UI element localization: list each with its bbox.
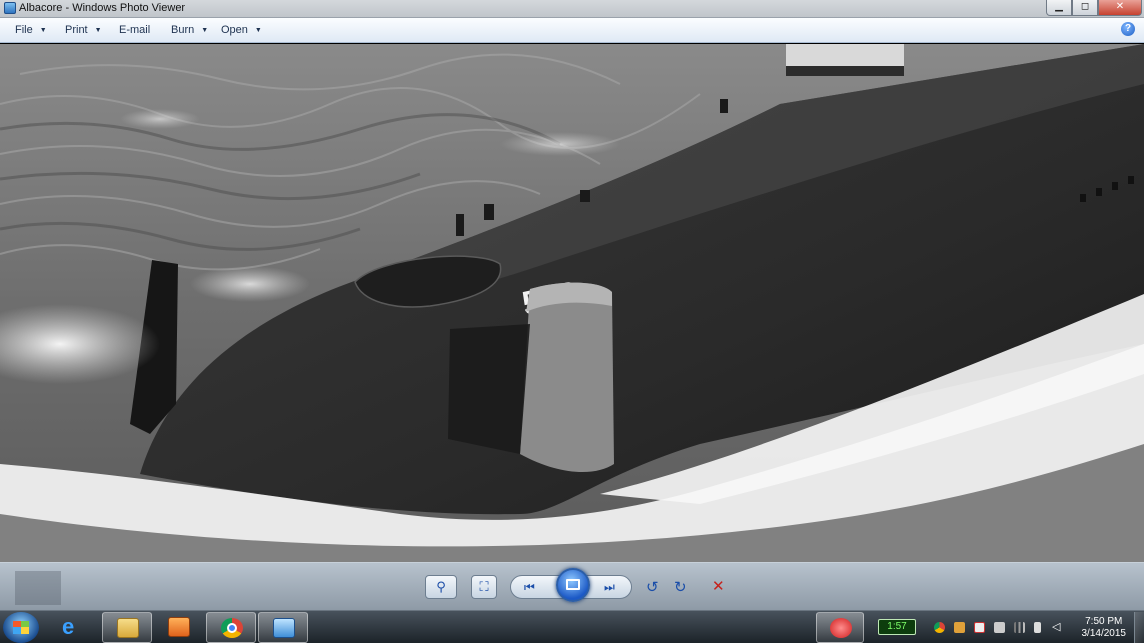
internet-explorer-icon[interactable]: e (48, 612, 98, 643)
help-icon[interactable]: ? (1121, 22, 1135, 36)
magnifier-icon: ⚲ (436, 579, 446, 594)
maximize-button[interactable]: ◻ (1072, 0, 1098, 16)
network-device-icon[interactable] (994, 622, 1005, 633)
title-bar[interactable]: Albacore - Windows Photo Viewer ▁ ◻ ✕ (0, 0, 1144, 18)
chrome-icon[interactable] (206, 612, 256, 643)
menu-print-label: Print (65, 24, 88, 36)
tray-app-icon[interactable] (954, 622, 965, 633)
close-button[interactable]: ✕ (1098, 0, 1142, 16)
photo-viewer-icon[interactable] (258, 612, 308, 643)
file-explorer-icon[interactable] (102, 612, 152, 643)
app-tray-icon[interactable] (816, 612, 864, 643)
clock-date: 3/14/2015 (1081, 628, 1127, 639)
menu-open-label: Open (221, 24, 248, 36)
menu-burn-label: Burn (171, 24, 195, 36)
photo-canvas[interactable]: 569 (0, 44, 1144, 562)
menu-email-label: E-mail (119, 24, 151, 36)
battery-meter[interactable]: 1:57 (878, 619, 916, 635)
show-desktop-button[interactable] (1134, 612, 1144, 643)
skip-back-icon[interactable]: ⏮ (524, 580, 535, 595)
menu-file-label: File (15, 24, 33, 36)
actual-size-button[interactable]: ⛶ (471, 575, 497, 599)
window-controls: ▁ ◻ ✕ (1046, 0, 1142, 17)
power-icon[interactable] (1034, 622, 1041, 633)
menu-print[interactable]: Print ▼ (65, 24, 102, 36)
system-tray: 1:57 ◁ 7:50 PM 3/14/2015 (872, 612, 1144, 643)
taskbar: e 1:57 ◁ 7:50 PM 3/14/2015 (0, 610, 1144, 643)
start-button[interactable] (3, 612, 39, 643)
menu-email[interactable]: E-mail (119, 24, 150, 36)
chrome-tray-icon[interactable] (934, 622, 945, 633)
menu-file[interactable]: File ▼ (15, 24, 47, 36)
menu-bar: File ▼ Print ▼ E-mail Burn ▼ Open ▼ ? (0, 18, 1144, 43)
rotate-left-icon[interactable]: ↺ (646, 578, 659, 596)
clock[interactable]: 7:50 PM 3/14/2015 (1082, 616, 1127, 640)
menu-open[interactable]: Open ▼ (221, 24, 262, 36)
chevron-down-icon: ▼ (39, 27, 47, 34)
clock-time: 7:50 PM (1085, 616, 1123, 627)
slideshow-icon (566, 579, 580, 590)
photo-viewer-icon (4, 2, 16, 14)
volume-icon[interactable]: ◁ (1052, 622, 1063, 633)
chevron-down-icon: ▼ (201, 27, 209, 34)
info-thumbnail (15, 571, 61, 605)
media-player-icon[interactable] (154, 612, 204, 643)
signal-icon[interactable] (1014, 622, 1025, 633)
zoom-button[interactable]: ⚲ (425, 575, 457, 599)
skip-forward-icon[interactable]: ⏭ (604, 580, 615, 595)
control-bar: ⚲ ⛶ ⏮ ⏭ ↺ ↻ ✕ (0, 562, 1144, 610)
window-title: Albacore - Windows Photo Viewer (19, 2, 186, 14)
slideshow-button[interactable] (556, 568, 590, 602)
minimize-button[interactable]: ▁ (1046, 0, 1072, 16)
action-center-icon[interactable] (974, 622, 985, 633)
windows-logo-lower (13, 627, 29, 634)
menu-burn[interactable]: Burn ▼ (171, 24, 208, 36)
fit-window-icon: ⛶ (479, 579, 489, 594)
delete-x-icon[interactable]: ✕ (712, 577, 725, 595)
chevron-down-icon: ▼ (94, 27, 102, 34)
submarine-photo: 569 (0, 44, 1144, 562)
chevron-down-icon: ▼ (254, 27, 262, 34)
rotate-right-icon[interactable]: ↻ (674, 578, 687, 596)
